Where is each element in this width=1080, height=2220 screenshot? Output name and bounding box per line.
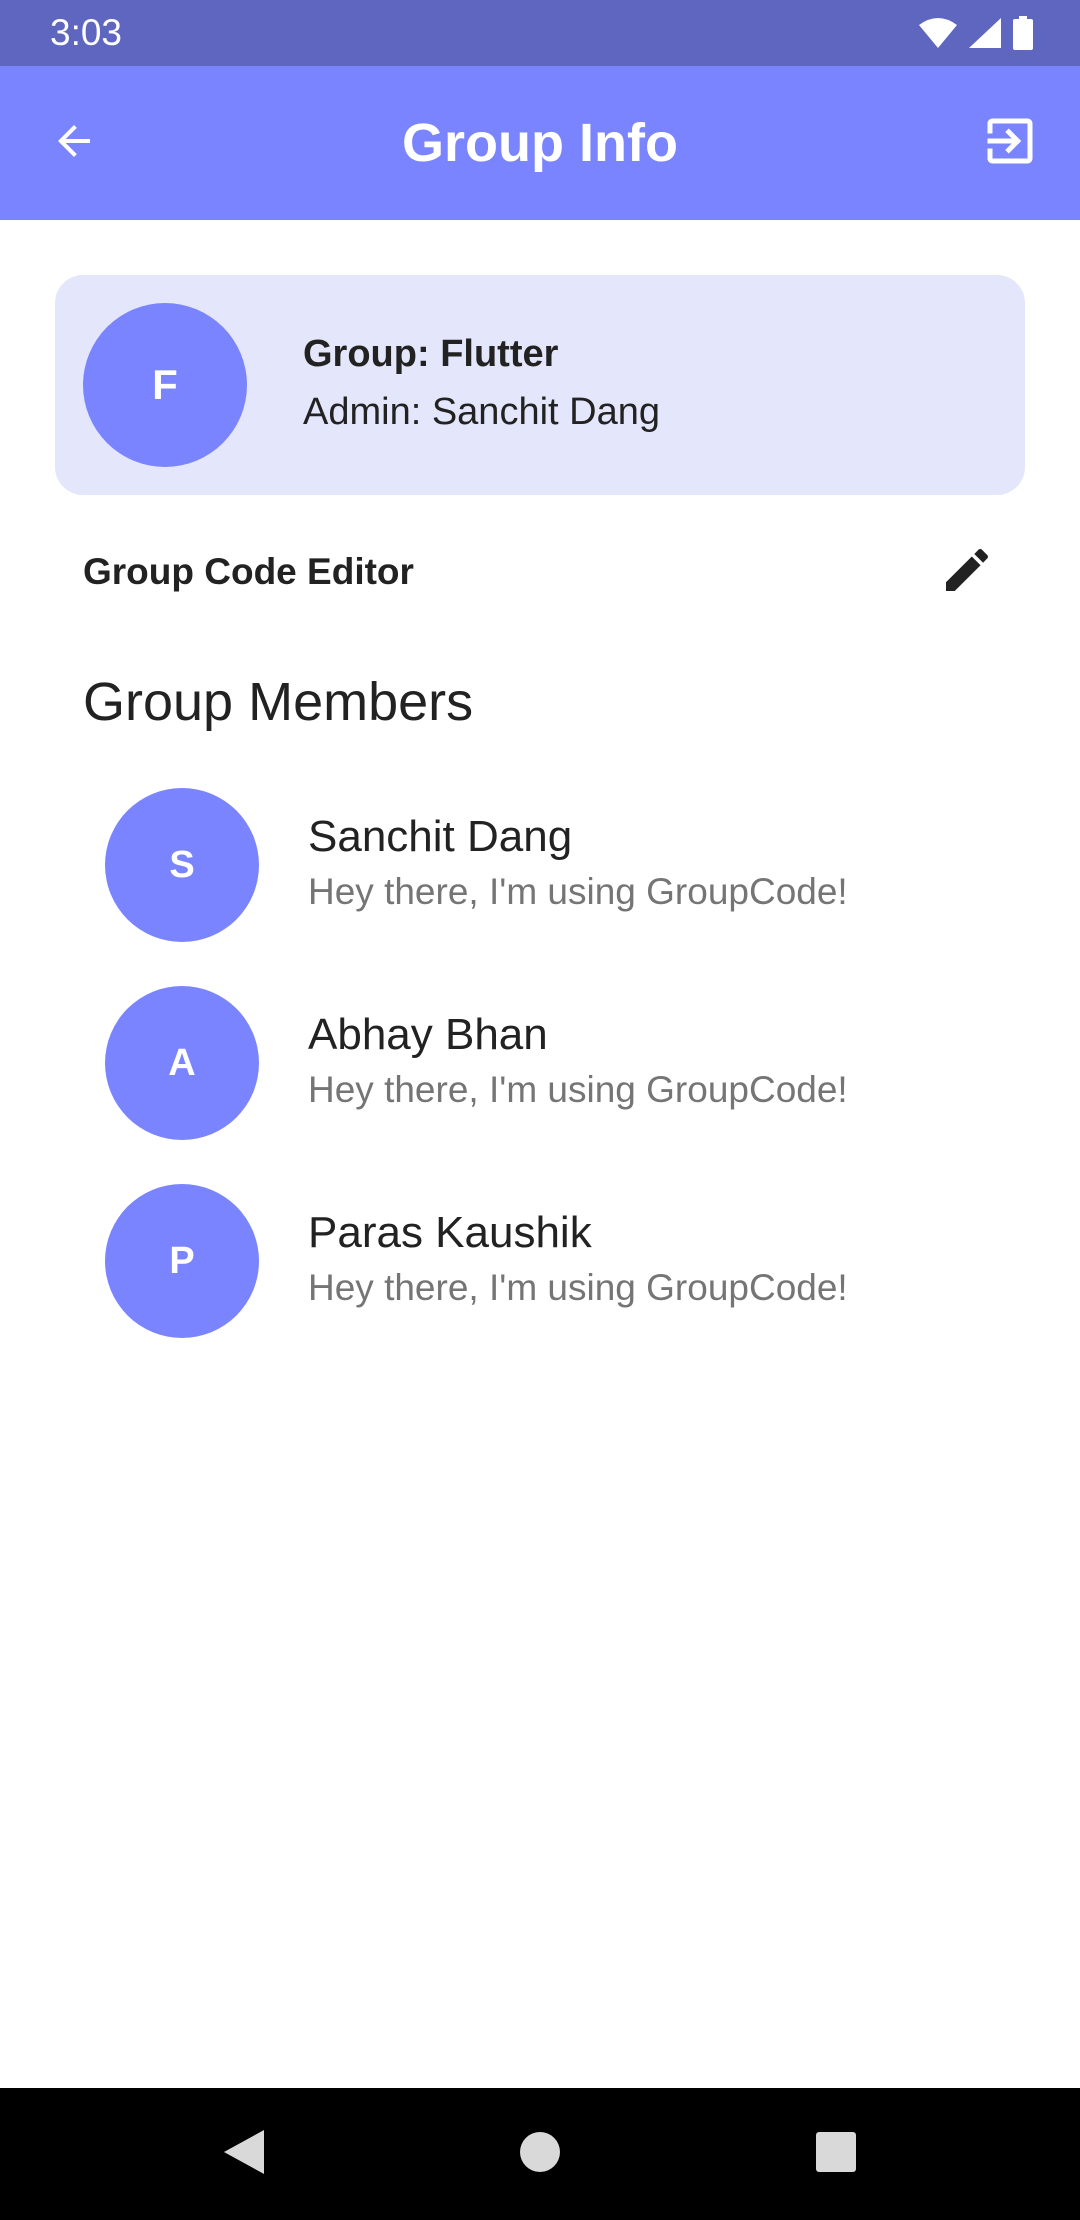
page-title: Group Info <box>402 113 678 173</box>
group-code-editor-label: Group Code Editor <box>83 551 414 592</box>
group-card: F Group: Flutter Admin: Sanchit Dang <box>55 275 1025 495</box>
list-item[interactable]: A Abhay Bhan Hey there, I'm using GroupC… <box>0 968 1080 1166</box>
nav-recents-icon <box>814 2130 858 2179</box>
avatar: P <box>105 1184 259 1338</box>
nav-back-button[interactable] <box>208 2118 280 2190</box>
group-admin: Admin: Sanchit Dang <box>303 391 660 433</box>
member-status: Hey there, I'm using GroupCode! <box>308 1069 848 1110</box>
list-item[interactable]: S Sanchit Dang Hey there, I'm using Grou… <box>0 770 1080 968</box>
status-icons <box>918 14 1034 52</box>
member-name: Paras Kaushik <box>308 1208 592 1257</box>
avatar: A <box>105 986 259 1140</box>
app-bar: Group Info <box>0 66 1080 220</box>
status-bar: 3:03 <box>0 0 1080 66</box>
battery-icon <box>1012 16 1034 50</box>
pencil-icon <box>939 542 995 603</box>
group-avatar: F <box>83 303 247 467</box>
nav-recents-button[interactable] <box>800 2118 872 2190</box>
wifi-icon <box>918 17 958 49</box>
member-status: Hey there, I'm using GroupCode! <box>308 871 848 912</box>
exit-to-app-icon <box>980 111 1040 176</box>
signal-icon <box>968 17 1002 49</box>
group-code-editor-row[interactable]: Group Code Editor <box>55 525 1025 619</box>
nav-back-icon <box>222 2128 266 2181</box>
back-button[interactable] <box>40 109 108 177</box>
member-list: S Sanchit Dang Hey there, I'm using Grou… <box>0 770 1080 1364</box>
group-members-heading: Group Members <box>83 672 474 732</box>
member-status: Hey there, I'm using GroupCode! <box>308 1267 848 1308</box>
group-info-screen: 3:03 Group Info F Group: Flutter Admin: … <box>0 0 1080 2220</box>
member-name: Sanchit Dang <box>308 812 573 861</box>
nav-home-button[interactable] <box>504 2118 576 2190</box>
list-item[interactable]: P Paras Kaushik Hey there, I'm using Gro… <box>0 1166 1080 1364</box>
nav-home-icon <box>518 2130 562 2179</box>
arrow-back-icon <box>50 117 98 170</box>
status-time: 3:03 <box>50 12 123 53</box>
avatar: S <box>105 788 259 942</box>
exit-group-button[interactable] <box>976 109 1044 177</box>
edit-button[interactable] <box>937 542 997 602</box>
group-name: Group: Flutter <box>303 333 559 375</box>
member-name: Abhay Bhan <box>308 1010 548 1059</box>
system-navigation-bar <box>0 2088 1080 2220</box>
